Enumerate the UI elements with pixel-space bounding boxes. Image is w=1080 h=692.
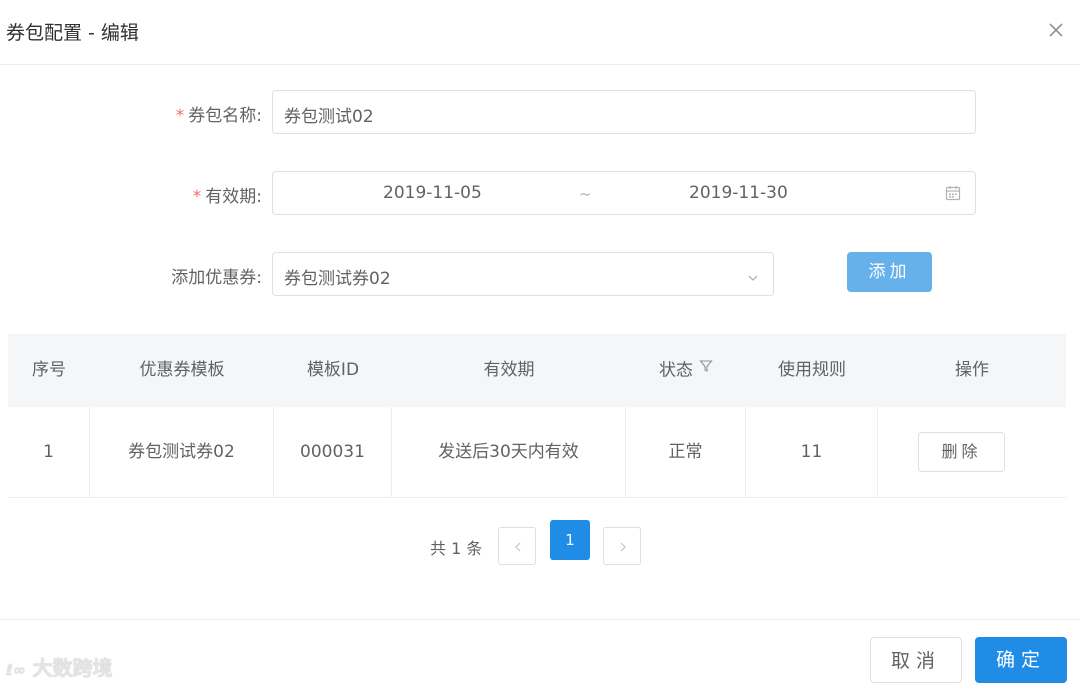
cancel-button[interactable]: 取消 [870, 637, 962, 683]
column-header-template-id: 模板ID [306, 360, 360, 380]
coupon-label: 添加优惠券: [171, 268, 262, 288]
column-header-action: 操作 [955, 360, 989, 380]
column-header-index: 序号 [32, 360, 66, 380]
coupon-select-value: 券包测试券02 [284, 269, 391, 289]
add-coupon-button[interactable]: 添加 [847, 252, 932, 292]
cell-validity: 发送后30天内有效 [392, 407, 626, 497]
column-header-template: 优惠券模板 [139, 360, 225, 380]
watermark: ℓ∞ 大数跨境 [6, 656, 113, 680]
chevron-down-icon[interactable] [747, 269, 759, 288]
name-input[interactable]: 券包测试02 [272, 90, 976, 134]
cell-index: 1 [8, 407, 90, 497]
name-input-value: 券包测试02 [284, 107, 374, 127]
end-date[interactable]: 2019-11-30 [689, 183, 788, 203]
filter-icon[interactable] [699, 332, 713, 405]
cell-rule: 11 [746, 407, 878, 497]
table-row: 1 券包测试券02 000031 发送后30天内有效 正常 11 删除 [8, 407, 1066, 498]
name-label: * 券包名称: [175, 106, 262, 126]
form-row-validity: * 有效期: 2019-11-05 ~ 2019-11-30 [0, 171, 1080, 217]
column-header-status: 状态 [626, 334, 746, 407]
watermark-logo-icon: ℓ∞ [6, 661, 26, 679]
chevron-right-icon [620, 542, 626, 552]
next-page-button[interactable] [603, 527, 641, 565]
pagination-total: 共 1 条 [430, 539, 483, 558]
edit-dialog: 券包配置 - 编辑 * 券包名称: 券包测试02 * 有效期: 2019-11-05… [0, 0, 1080, 691]
chevron-left-icon [515, 542, 521, 552]
current-page[interactable]: 1 [550, 520, 590, 560]
delete-button[interactable]: 删除 [918, 432, 1005, 472]
coupon-select[interactable]: 券包测试券02 [272, 252, 774, 296]
table-header: 序号 优惠券模板 模板ID 有效期 状态 使用规则 操作 [8, 334, 1066, 407]
close-icon[interactable] [1044, 18, 1068, 42]
cell-template-id: 000031 [274, 407, 392, 497]
dialog-footer: 取消 确定 [0, 619, 1080, 692]
form-row-coupon: 添加优惠券: 券包测试券02 添加 [0, 252, 1080, 298]
start-date[interactable]: 2019-11-05 [383, 183, 482, 203]
form-row-name: * 券包名称: 券包测试02 [0, 90, 1080, 136]
pagination: 共 1 条 1 [0, 520, 1080, 565]
confirm-button[interactable]: 确定 [975, 637, 1067, 683]
calendar-icon[interactable] [945, 185, 961, 205]
date-separator: ~ [579, 185, 592, 203]
validity-label: * 有效期: [192, 187, 262, 207]
dialog-title: 券包配置 - 编辑 [6, 22, 139, 44]
column-header-rule: 使用规则 [778, 360, 846, 380]
dialog-header: 券包配置 - 编辑 [0, 0, 1080, 65]
cell-template: 券包测试券02 [90, 407, 274, 497]
cell-status: 正常 [626, 407, 746, 497]
date-range-picker[interactable]: 2019-11-05 ~ 2019-11-30 [272, 171, 976, 215]
prev-page-button[interactable] [498, 527, 536, 565]
column-header-validity: 有效期 [483, 360, 535, 380]
